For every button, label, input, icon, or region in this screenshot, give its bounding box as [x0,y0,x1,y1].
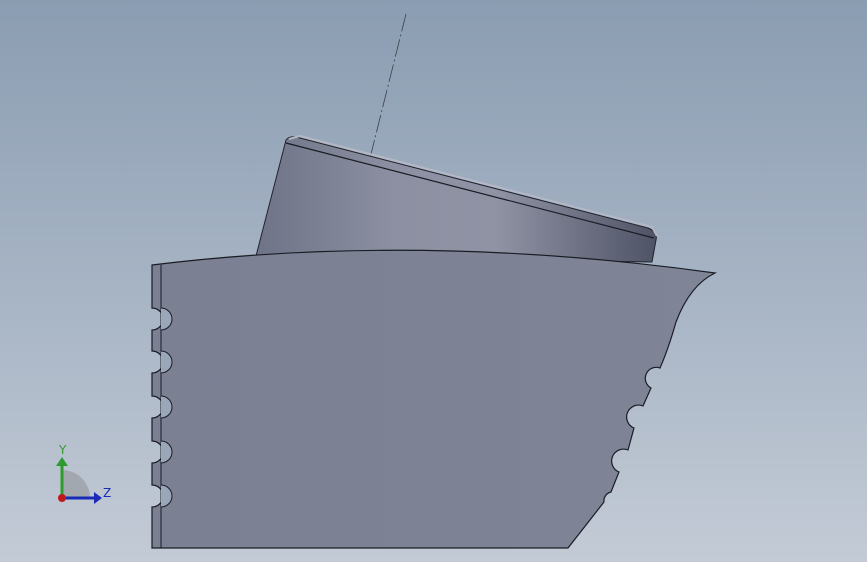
orientation-triad: Y Z [50,440,120,510]
triad-plane-quadrant [62,470,90,498]
main-body[interactable] [151,249,718,549]
graphics-viewport[interactable]: Y Z [0,0,867,562]
y-axis-label: Y [59,443,67,457]
center-axis-line [369,13,407,159]
y-axis-arrowhead [56,457,68,466]
top-block-face[interactable] [255,136,657,263]
x-axis-dot [58,494,66,502]
model-view[interactable] [0,0,867,562]
z-axis-label: Z [103,486,112,500]
z-axis-arrowhead [94,492,102,504]
